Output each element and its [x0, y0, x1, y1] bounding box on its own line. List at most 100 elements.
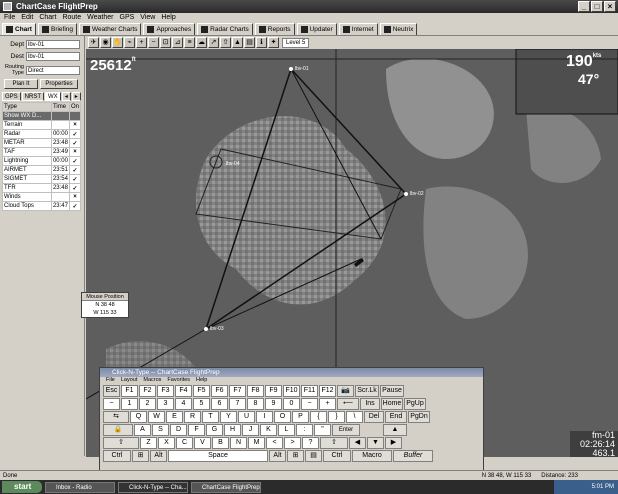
- key[interactable]: 2: [139, 398, 156, 410]
- zoom-out-icon[interactable]: −: [148, 37, 159, 48]
- key[interactable]: End: [385, 411, 407, 423]
- table-row[interactable]: Cloud Tops 23:47 ✓: [2, 201, 82, 211]
- key[interactable]: F5: [193, 385, 210, 397]
- table-row[interactable]: METAR 23:48 ✓: [2, 138, 82, 148]
- alt-key[interactable]: Alt: [150, 450, 167, 462]
- key[interactable]: R: [184, 411, 201, 423]
- row-toggle[interactable]: ✓: [68, 174, 82, 184]
- hand-pan-icon[interactable]: ✋: [112, 37, 123, 48]
- table-row[interactable]: TAF 23:49 ×: [2, 147, 82, 157]
- north-up-icon[interactable]: ⇧: [220, 37, 231, 48]
- terrain-icon[interactable]: ▲: [232, 37, 243, 48]
- key[interactable]: F: [188, 424, 205, 436]
- minimize-button[interactable]: _: [578, 1, 590, 12]
- table-row[interactable]: SIGMET 23:54 ✓: [2, 174, 82, 184]
- shift-key[interactable]: ⇧: [320, 437, 348, 449]
- taskbar-item[interactable]: Inbox - Radio: [45, 481, 115, 493]
- table-row[interactable]: Terrain ×: [2, 120, 82, 130]
- table-row[interactable]: Radar 00:00 ✓: [2, 129, 82, 139]
- layers-icon[interactable]: ≡: [184, 37, 195, 48]
- taskbar-item[interactable]: Click-N-Type -- Cha...: [118, 481, 188, 493]
- table-row[interactable]: Winds ×: [2, 192, 82, 202]
- measure-icon[interactable]: ⊿: [172, 37, 183, 48]
- plan-it-button[interactable]: Plan It: [4, 79, 38, 89]
- key[interactable]: 7: [229, 398, 246, 410]
- ctrl-key[interactable]: Ctrl: [103, 450, 131, 462]
- alt-key[interactable]: Alt: [269, 450, 286, 462]
- tab-reports[interactable]: Reports: [254, 23, 295, 35]
- key[interactable]: }: [328, 411, 345, 423]
- menu-gps[interactable]: GPS: [120, 13, 135, 23]
- key[interactable]: Pause: [380, 385, 404, 397]
- kb-menu-macros[interactable]: Macros: [143, 377, 161, 384]
- key[interactable]: X: [158, 437, 175, 449]
- tab-chart[interactable]: Chart: [2, 23, 36, 35]
- row-toggle[interactable]: ×: [68, 120, 82, 130]
- key[interactable]: S: [152, 424, 169, 436]
- track-icon[interactable]: ↗: [208, 37, 219, 48]
- key[interactable]: 0: [283, 398, 300, 410]
- zoom-window-icon[interactable]: ⊡: [160, 37, 171, 48]
- maximize-button[interactable]: □: [591, 1, 603, 12]
- space-key[interactable]: Space: [168, 450, 268, 462]
- tab-nrst[interactable]: NRST: [21, 92, 45, 101]
- menu-chart[interactable]: Chart: [39, 13, 56, 23]
- key[interactable]: T: [202, 411, 219, 423]
- key[interactable]: {: [310, 411, 327, 423]
- key[interactable]: Esc: [103, 385, 120, 397]
- backspace-key[interactable]: ⟵: [337, 398, 359, 410]
- properties-button[interactable]: Properties: [40, 79, 78, 89]
- row-toggle[interactable]: ×: [68, 147, 82, 157]
- table-row[interactable]: Show WX D...: [2, 111, 82, 121]
- key[interactable]: >: [284, 437, 301, 449]
- enter-key[interactable]: Enter: [332, 424, 360, 436]
- key[interactable]: D: [170, 424, 187, 436]
- key[interactable]: F4: [175, 385, 192, 397]
- key[interactable]: :: [296, 424, 313, 436]
- key[interactable]: 8: [247, 398, 264, 410]
- up-arrow-key[interactable]: ▲: [383, 424, 407, 436]
- menu-help[interactable]: Help: [161, 13, 175, 23]
- column-header-on[interactable]: On: [68, 102, 82, 112]
- row-toggle[interactable]: ✓: [68, 183, 82, 193]
- macro-button[interactable]: Macro: [352, 450, 392, 462]
- key[interactable]: +: [319, 398, 336, 410]
- key[interactable]: O: [274, 411, 291, 423]
- row-toggle[interactable]: ×: [68, 192, 82, 202]
- zoom-in-icon[interactable]: +: [136, 37, 147, 48]
- caps-lock-key[interactable]: 🔒: [103, 424, 133, 436]
- key[interactable]: F9: [265, 385, 282, 397]
- menu-key[interactable]: ▤: [305, 450, 322, 462]
- key[interactable]: Ins: [360, 398, 380, 410]
- cloud-icon[interactable]: ☁: [196, 37, 207, 48]
- table-row[interactable]: Lightning 00:00 ✓: [2, 156, 82, 166]
- key[interactable]: PgDn: [408, 411, 430, 423]
- row-toggle[interactable]: [68, 111, 82, 121]
- windows-key[interactable]: ⊞: [287, 450, 304, 462]
- key[interactable]: F11: [301, 385, 318, 397]
- row-toggle[interactable]: ✓: [68, 129, 82, 139]
- key[interactable]: 📷: [337, 385, 354, 397]
- row-toggle[interactable]: ✓: [68, 165, 82, 175]
- row-toggle[interactable]: ✓: [68, 201, 82, 211]
- tab-internet[interactable]: Internet: [338, 23, 378, 35]
- key[interactable]: 3: [157, 398, 174, 410]
- key[interactable]: <: [266, 437, 283, 449]
- key[interactable]: ": [314, 424, 331, 436]
- globe-icon[interactable]: ◉: [100, 37, 111, 48]
- route-icon[interactable]: ⌁: [124, 37, 135, 48]
- key[interactable]: \: [346, 411, 363, 423]
- key[interactable]: M: [248, 437, 265, 449]
- key[interactable]: F3: [157, 385, 174, 397]
- kb-menu-file[interactable]: File: [106, 377, 115, 384]
- tab-neutrix[interactable]: Neutrix: [379, 23, 418, 35]
- key[interactable]: 4: [175, 398, 192, 410]
- shift-key[interactable]: ⇧: [103, 437, 139, 449]
- kb-menu-favorites[interactable]: Favorites: [167, 377, 190, 384]
- routing-type-select[interactable]: Direct: [26, 65, 80, 75]
- key[interactable]: 5: [193, 398, 210, 410]
- column-header-time[interactable]: Time: [50, 102, 70, 112]
- key[interactable]: G: [206, 424, 223, 436]
- dept-field[interactable]: lbv-01: [26, 40, 80, 49]
- tab-wx[interactable]: WX: [45, 92, 61, 101]
